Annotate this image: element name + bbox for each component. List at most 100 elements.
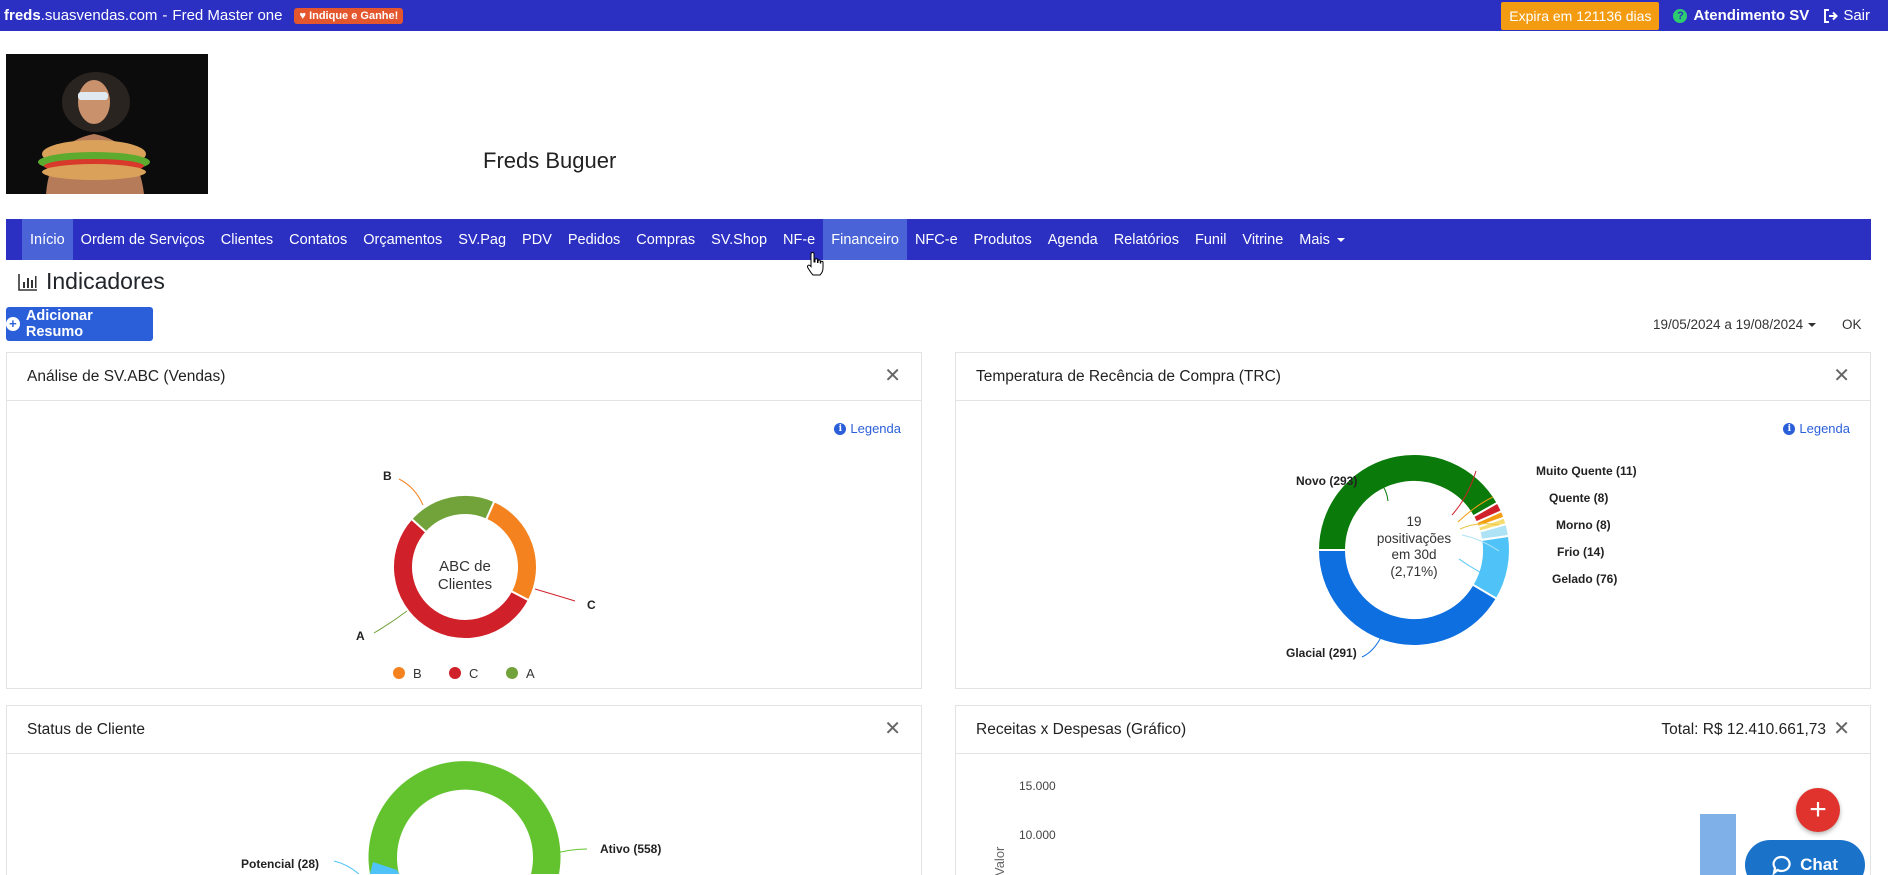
add-resumo-button[interactable]: + Adicionar Resumo <box>6 307 153 341</box>
nav-clientes[interactable]: Clientes <box>213 219 281 260</box>
status-donut-chart: Ativo (558) Potencial (28) <box>241 761 661 874</box>
close-icon[interactable]: ✕ <box>884 719 901 739</box>
nav-contatos[interactable]: Contatos <box>281 219 355 260</box>
label-novo: Novo (293) <box>1296 474 1357 488</box>
label-a: A <box>356 629 365 643</box>
account-name: Fred Master one <box>172 7 283 24</box>
question-icon: ? <box>1673 8 1688 23</box>
close-icon[interactable]: ✕ <box>884 366 901 386</box>
donut-center-line2: positivações <box>1377 531 1452 546</box>
y-tick-10000: 10.000 <box>1019 828 1056 842</box>
bar-chart-icon <box>18 273 37 291</box>
label-gelado: Gelado (76) <box>1552 572 1617 586</box>
close-icon[interactable]: ✕ <box>1833 366 1850 386</box>
label-c: C <box>587 598 596 612</box>
bar <box>1700 814 1736 875</box>
donut-slice-b[interactable] <box>484 499 538 602</box>
chat-button[interactable]: Chat <box>1745 840 1865 875</box>
donut-slice-a[interactable] <box>410 494 496 534</box>
nav-orcamentos[interactable]: Orçamentos <box>355 219 450 260</box>
top-right-actions: Expira em 121136 dias ? Atendimento SV S… <box>1501 0 1870 31</box>
y-axis-label: Valor <box>992 846 1007 875</box>
card-title: Status de Cliente <box>27 720 146 738</box>
plus-icon: + <box>1809 793 1827 826</box>
label-frio: Frio (14) <box>1557 545 1604 559</box>
atendimento-link[interactable]: ? Atendimento SV <box>1673 7 1809 24</box>
nav-funil[interactable]: Funil <box>1187 219 1234 260</box>
add-resumo-label: Adicionar Resumo <box>25 308 93 340</box>
nav-pedidos[interactable]: Pedidos <box>560 219 628 260</box>
nav-produtos[interactable]: Produtos <box>966 219 1040 260</box>
status-ativo-arc <box>368 761 561 874</box>
legend-a[interactable]: A <box>526 666 535 681</box>
label-muito-quente: Muito Quente (11) <box>1536 464 1637 478</box>
close-icon[interactable]: ✕ <box>1833 719 1850 739</box>
date-range-label: 19/05/2024 a 19/08/2024 <box>1653 317 1804 332</box>
card-header: Temperatura de Recência de Compra (TRC) … <box>956 353 1870 401</box>
legend-b[interactable]: B <box>413 666 422 681</box>
caret-down-icon <box>1808 322 1817 327</box>
legend-c[interactable]: C <box>469 666 478 681</box>
label-morno: Morno (8) <box>1556 518 1611 532</box>
nav-mais[interactable]: Mais <box>1291 219 1353 260</box>
card-title: Receitas x Despesas (Gráfico) <box>976 720 1187 738</box>
date-range-picker[interactable]: 19/05/2024 a 19/08/2024 <box>1653 317 1817 332</box>
nav-svshop[interactable]: SV.Shop <box>703 219 775 260</box>
y-tick-15000: 15.000 <box>1019 779 1056 793</box>
add-fab-button[interactable]: + <box>1796 788 1840 832</box>
donut-center-line4: (2,71%) <box>1390 564 1437 579</box>
nav-agenda[interactable]: Agenda <box>1040 219 1106 260</box>
donut-center-line1: ABC de <box>439 558 491 575</box>
nav-ordem-servicos[interactable]: Ordem de Serviços <box>73 219 213 260</box>
card-receitas-despesas: Receitas x Despesas (Gráfico) Total: R$ … <box>955 705 1871 875</box>
label-potencial: Potencial (28) <box>241 857 319 871</box>
card-title: Temperatura de Recência de Compra (TRC) <box>976 367 1281 385</box>
indicadores-title: Indicadores <box>46 268 165 294</box>
nav-pdv[interactable]: PDV <box>514 219 560 260</box>
logout-link[interactable]: Sair <box>1823 7 1870 24</box>
donut-center-line3: em 30d <box>1391 547 1436 562</box>
label-glacial: Glacial (291) <box>1286 646 1357 660</box>
card-header: Status de Cliente ✕ <box>7 706 921 754</box>
brand-name: freds <box>4 7 41 24</box>
atendimento-label: Atendimento SV <box>1693 7 1810 24</box>
nav-vitrine[interactable]: Vitrine <box>1234 219 1291 260</box>
heart-icon: ♥ <box>299 9 306 22</box>
card-header: Receitas x Despesas (Gráfico) Total: R$ … <box>956 706 1870 754</box>
logout-icon <box>1824 8 1839 23</box>
label-b: B <box>383 469 392 483</box>
indique-label: Indique e Ganhe! <box>309 9 399 22</box>
label-quente: Quente (8) <box>1549 491 1608 505</box>
card-status-cliente: Status de Cliente ✕ Ativo (558) Potencia… <box>6 705 922 875</box>
chat-bubble-icon <box>1772 855 1791 875</box>
nav-relatorios[interactable]: Relatórios <box>1106 219 1187 260</box>
main-nav: Início Ordem de Serviços Clientes Contat… <box>6 219 1871 260</box>
company-logo <box>6 54 208 194</box>
donut-center-line2: Clientes <box>438 576 492 593</box>
donut-center-line1: 19 <box>1406 514 1421 529</box>
nav-compras[interactable]: Compras <box>628 219 703 260</box>
plus-circle-icon: + <box>6 317 20 331</box>
abc-legend: B C A <box>393 666 535 681</box>
card-trc: Temperatura de Recência de Compra (TRC) … <box>955 352 1871 689</box>
nav-inicio[interactable]: Início <box>22 219 73 260</box>
brand-domain: .suasvendas.com <box>40 7 158 24</box>
card-title: Análise de SV.ABC (Vendas) <box>27 367 226 385</box>
hand-cursor-icon <box>806 252 824 276</box>
nav-svpag[interactable]: SV.Pag <box>450 219 514 260</box>
receitas-chart: 15.000 10.000 Valor <box>992 779 1736 875</box>
card-abc: Análise de SV.ABC (Vendas) ✕ i Legenda B… <box>6 352 922 689</box>
chat-label: Chat <box>1800 855 1838 874</box>
sair-label: Sair <box>1843 7 1870 24</box>
nav-financeiro[interactable]: Financeiro <box>823 219 907 260</box>
label-ativo: Ativo (558) <box>600 842 661 856</box>
indique-button[interactable]: ♥ Indique e Ganhe! <box>294 7 404 24</box>
total-value: Total: R$ 12.410.661,73 <box>1661 721 1826 738</box>
nav-nfce[interactable]: NFC-e <box>907 219 966 260</box>
card-header: Análise de SV.ABC (Vendas) ✕ <box>7 353 921 401</box>
ok-button[interactable]: OK <box>1842 317 1862 332</box>
company-name: Freds Buguer <box>483 148 617 173</box>
expira-badge[interactable]: Expira em 121136 dias <box>1501 1 1660 30</box>
brand[interactable]: freds.suasvendas.com - Fred Master one <box>0 7 282 24</box>
top-bar: freds.suasvendas.com - Fred Master one ♥ I… <box>0 0 1888 31</box>
